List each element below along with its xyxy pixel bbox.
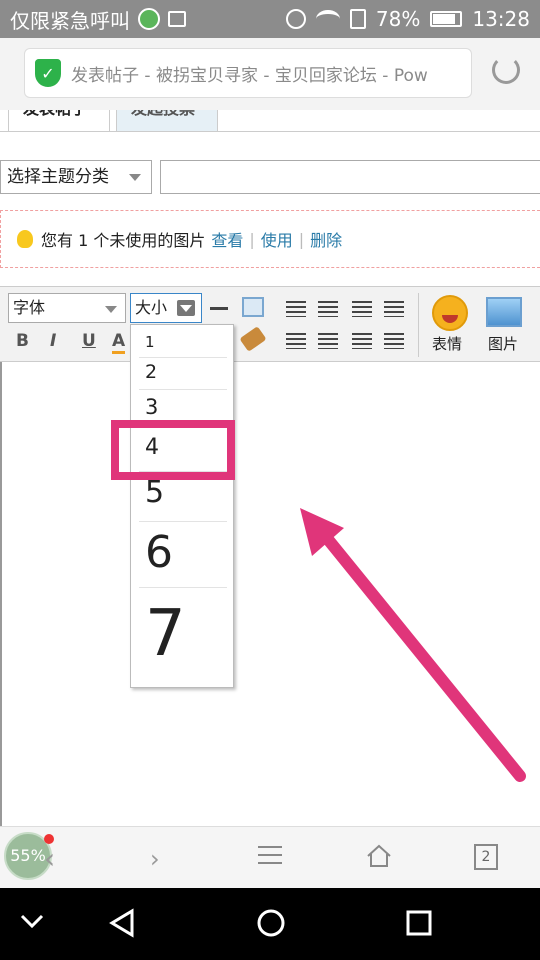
use-images-link[interactable]: 使用 [261,227,293,251]
image-icon[interactable] [486,297,522,327]
font-size-label: 大小 [135,298,168,317]
chevron-down-icon [105,306,117,313]
back-icon[interactable]: ‹ [44,842,55,875]
status-bar: 仅限紧急呼叫 78% 13:28 [0,0,540,38]
lightbulb-icon [17,230,33,248]
battery-icon [430,11,463,27]
highlight-box [111,420,235,480]
align-right-icon[interactable] [286,301,306,317]
font-family-select[interactable]: 字体 [8,293,126,323]
view-images-link[interactable]: 查看 [211,227,243,251]
address-bar-area: ✓ 发表帖子 - 被拐宝贝寻家 - 宝贝回家论坛 - Pow [0,38,540,110]
tab-new-post[interactable]: 发表帖子 [8,110,110,131]
message-icon [138,8,160,30]
font-size-select[interactable]: 大小 [130,293,202,323]
ordered-list-icon[interactable] [352,333,372,349]
post-tabs: 发表帖子 发起投票 [0,110,540,132]
delete-images-link[interactable]: 删除 [310,227,342,251]
image-label: 图片 [488,335,519,353]
toolbar-divider [418,293,419,357]
size-option-6[interactable]: 6 [145,527,173,578]
unused-images-notice: 您有 1 个未使用的图片 查看 | 使用 | 删除 [0,210,540,268]
secure-shield-icon: ✓ [35,59,61,87]
size-option-2[interactable]: 2 [145,361,157,383]
font-size-dropdown: 1 2 3 4 5 6 7 [130,324,234,688]
clock: 13:28 [472,7,530,31]
horizontal-rule-icon[interactable] [210,307,228,310]
bold-button[interactable]: B [16,331,29,351]
size-option-3[interactable]: 3 [145,395,158,419]
size-option-7[interactable]: 7 [145,597,186,671]
wifi-icon [315,10,340,28]
reload-icon[interactable] [492,56,520,84]
italic-button[interactable]: I [50,331,56,351]
float-left-icon[interactable] [286,333,306,349]
alarm-icon [285,9,306,29]
emoji-icon[interactable] [432,295,468,331]
editor-area[interactable] [0,362,540,826]
home-icon[interactable] [366,844,392,868]
emoji-label: 表情 [432,335,463,353]
dropdown-arrow-icon [177,300,195,316]
separator: | [298,229,305,249]
align-justify-icon[interactable] [384,301,404,317]
font-family-label: 字体 [13,298,46,317]
system-nav-bar [0,888,540,960]
size-option-5[interactable]: 5 [145,475,164,510]
notice-text: 您有 1 个未使用的图片 [41,231,206,250]
unordered-list-icon[interactable] [384,333,404,349]
sim-icon [349,9,366,29]
tab-new-poll[interactable]: 发起投票 [116,110,218,131]
nav-recents-icon[interactable] [406,910,432,936]
text-color-button[interactable]: A [112,331,126,354]
editor-toolbar: 字体 大小 B I U A 表情 图片 [0,286,540,362]
forward-icon[interactable]: › [150,845,160,873]
page-title: 发表帖子 - 被拐宝贝寻家 - 宝贝回家论坛 - Pow [71,65,428,86]
divider [139,587,227,588]
category-select[interactable]: 选择主题分类 [0,160,152,194]
float-right-icon[interactable] [318,333,338,349]
divider [139,389,227,390]
size-option-1[interactable]: 1 [145,333,155,351]
underline-button[interactable]: U [82,331,96,351]
carrier-text: 仅限紧急呼叫 [10,8,130,33]
address-bar[interactable]: ✓ 发表帖子 - 被拐宝贝寻家 - 宝贝回家论坛 - Pow [24,48,472,98]
battery-percent: 78% [375,7,421,31]
tabs-count-icon[interactable]: 2 [474,844,498,870]
divider [139,357,227,358]
chevron-down-icon [129,174,141,181]
align-left-icon[interactable] [318,301,338,317]
menu-icon[interactable] [258,846,282,864]
nav-back-icon[interactable] [108,908,136,938]
align-center-icon[interactable] [352,301,372,317]
format-brush-icon[interactable] [239,326,267,352]
chevron-down-icon[interactable] [20,914,44,930]
separator: | [249,229,255,249]
table-icon[interactable] [242,297,264,317]
nav-home-icon[interactable] [256,908,286,938]
category-select-value: 选择主题分类 [7,167,109,187]
subject-input[interactable] [160,160,540,194]
divider [139,521,227,522]
image-notification-icon [168,11,186,27]
